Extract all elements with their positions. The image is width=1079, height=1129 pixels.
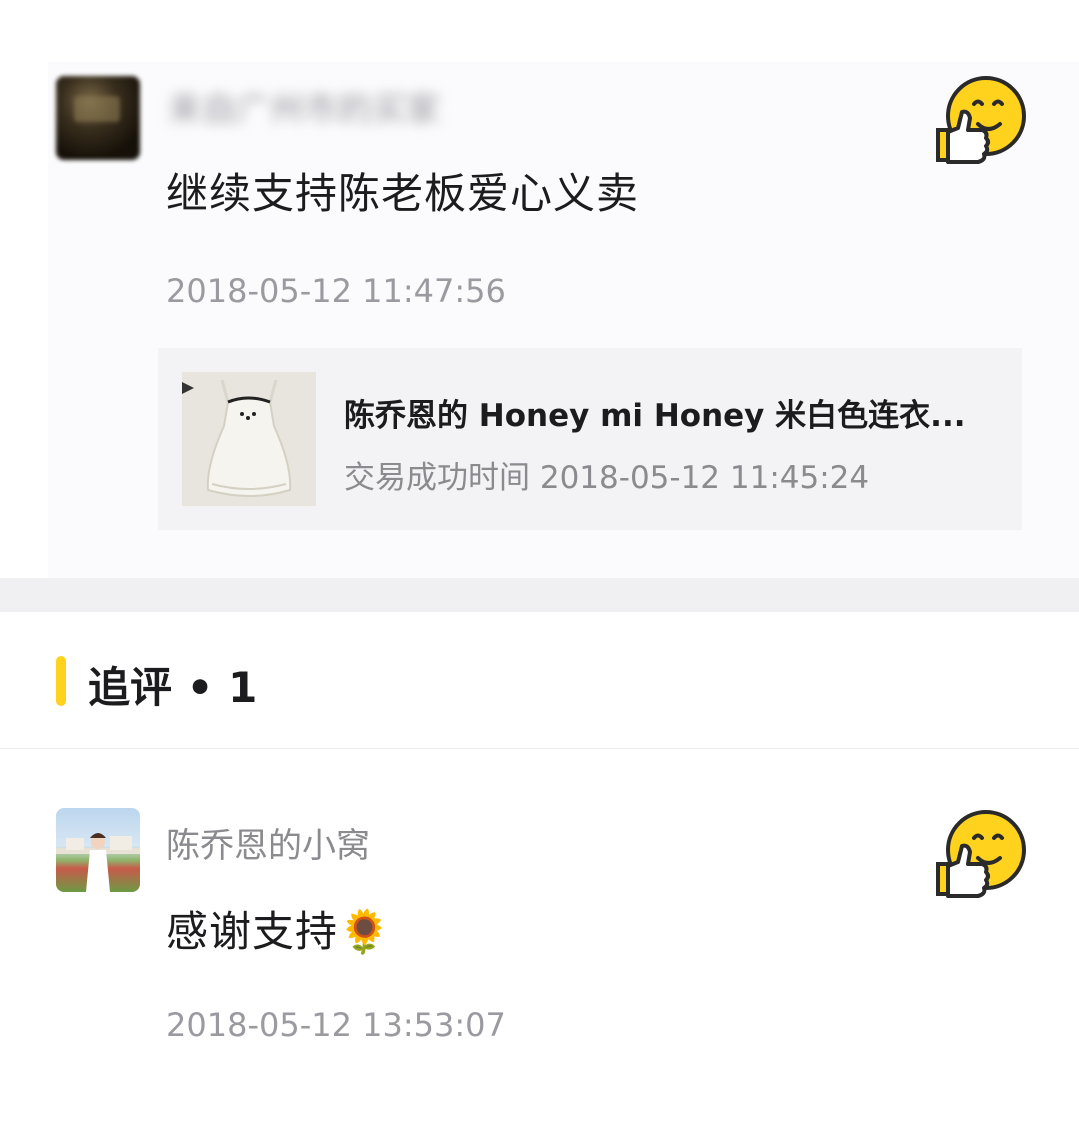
seller-name[interactable]: 陈乔恩的小窝	[166, 818, 370, 867]
review-card: 来自广州市的买家 继续支持陈老板爱心义卖 2018-05-12 11:47:56	[0, 0, 1079, 578]
thumbs-up-smiley-icon[interactable]	[934, 74, 1026, 166]
followup-header: 追评 • 1	[0, 612, 1079, 749]
followup-title: 追评 • 1	[88, 663, 258, 712]
transaction-time-label: 交易成功时间	[344, 460, 530, 496]
buyer-name[interactable]: 来自广州市的买家	[168, 82, 440, 131]
sunflower-emoji: 🌻	[338, 907, 392, 956]
product-image[interactable]	[182, 372, 316, 506]
review-timestamp: 2018-05-12 11:47:56	[166, 272, 506, 310]
product-transaction-time: 交易成功时间 2018-05-12 11:45:24	[344, 452, 869, 497]
seller-avatar[interactable]	[56, 808, 140, 892]
product-title[interactable]: 陈乔恩的 Honey mi Honey 米白色连衣...	[344, 390, 984, 435]
followup-comment: 陈乔恩的小窝 感谢支持🌻 2018-05-12 13:53:07	[0, 750, 1079, 1129]
followup-comment-body: 感谢支持	[166, 907, 339, 956]
transaction-time-value: 2018-05-12 11:45:24	[539, 460, 870, 496]
followup-comment-text: 感谢支持🌻	[166, 898, 391, 959]
comments-page: 来自广州市的买家 继续支持陈老板爱心义卖 2018-05-12 11:47:56	[0, 0, 1079, 1129]
accent-bar	[56, 656, 66, 706]
product-card[interactable]: 陈乔恩的 Honey mi Honey 米白色连衣... 交易成功时间 2018…	[158, 348, 1022, 530]
followup-timestamp: 2018-05-12 13:53:07	[166, 1006, 506, 1044]
buyer-avatar[interactable]	[56, 76, 140, 160]
thumbs-up-smiley-icon[interactable]	[934, 808, 1026, 900]
section-divider	[0, 578, 1079, 612]
review-comment: 继续支持陈老板爱心义卖	[166, 169, 640, 218]
